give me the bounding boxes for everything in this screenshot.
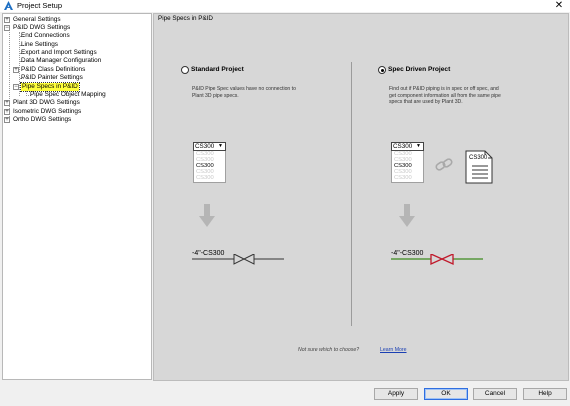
standard-spec-combo[interactable]: CS300 ▼ CS300 CS300 CS300 CS300 CS300	[193, 142, 226, 183]
tree-item-plant-3d-dwg-settings[interactable]: + Plant 3D DWG Settings	[4, 99, 134, 107]
down-arrow-icon	[399, 204, 415, 227]
spec-driven-spec-combo-box[interactable]: CS300 ▼	[391, 142, 424, 151]
project-setup-window: Project Setup ✕ + General Settings − P&I…	[0, 0, 570, 406]
spec-driven-spec-list: CS300 CS300 CS300 CS300 CS300	[391, 151, 424, 183]
apply-button[interactable]: Apply	[374, 388, 418, 400]
expand-icon[interactable]: +	[4, 100, 10, 106]
cancel-button[interactable]: Cancel	[473, 388, 517, 400]
spec-document-label: CS300	[468, 155, 489, 162]
help-button[interactable]: Help	[523, 388, 567, 400]
help-prompt: Not sure which to choose?	[298, 347, 360, 353]
spec-driven-spec-combo[interactable]: CS300 ▼ CS300 CS300 CS300 CS300 CS300	[391, 142, 424, 183]
standard-project-description: P&ID Pipe Spec values have no connection…	[192, 86, 296, 99]
expand-icon[interactable]: +	[4, 109, 10, 115]
settings-tree: + General Settings − P&ID DWG Settings E…	[2, 13, 152, 380]
close-button[interactable]: ✕	[550, 0, 568, 12]
spec-driven-project-description: Find out if P&ID piping is in spec or of…	[389, 86, 501, 106]
window-title: Project Setup	[17, 1, 63, 10]
standard-spec-combo-box[interactable]: CS300 ▼	[193, 142, 226, 151]
tree-item-pipe-spec-object-mapping[interactable]: Pipe Spec Object Mapping	[30, 91, 140, 99]
link-icon	[435, 158, 453, 171]
spec-driven-project-radio[interactable]	[378, 66, 386, 74]
collapse-icon[interactable]: −	[4, 25, 10, 31]
tree-item-pid-painter-settings[interactable]: P&ID Painter Settings	[21, 74, 131, 82]
standard-spec-combo-value: CS300	[195, 143, 215, 150]
tree-item-pipe-specs-in-pid[interactable]: − Pipe Specs in P&ID	[13, 82, 133, 92]
standard-pipe-valve-graphic	[192, 254, 284, 265]
standard-project-label[interactable]: Standard Project	[191, 66, 244, 74]
ok-button[interactable]: OK	[424, 388, 468, 400]
spec-driven-pipe-valve-graphic	[391, 254, 483, 266]
expand-icon[interactable]: +	[4, 17, 10, 23]
standard-project-radio[interactable]	[181, 66, 189, 74]
tree-item-data-manager-configuration[interactable]: Data Manager Configuration	[21, 57, 146, 65]
learn-more-link[interactable]: Learn More	[380, 347, 407, 353]
tree-item-end-connections[interactable]: End Connections	[21, 32, 131, 40]
expand-icon[interactable]: +	[4, 117, 10, 123]
dropdown-arrow-icon[interactable]: ▼	[416, 143, 421, 150]
collapse-icon[interactable]: −	[13, 84, 19, 90]
panel-title: Pipe Specs in P&ID	[158, 15, 213, 22]
list-item[interactable]: CS300	[392, 175, 423, 181]
options-divider	[351, 62, 352, 326]
expand-icon[interactable]: +	[13, 67, 19, 73]
dropdown-arrow-icon[interactable]: ▼	[218, 143, 223, 150]
tree-item-pid-dwg-settings[interactable]: − P&ID DWG Settings	[4, 24, 134, 32]
pipe-specs-panel: Pipe Specs in P&ID Standard Project P&ID…	[153, 13, 569, 381]
list-item[interactable]: CS300	[194, 175, 225, 181]
autocad-app-icon	[4, 1, 13, 10]
tree-item-isometric-dwg-settings[interactable]: + Isometric DWG Settings	[4, 108, 134, 116]
tree-item-general-settings[interactable]: + General Settings	[4, 16, 134, 24]
standard-spec-list: CS300 CS300 CS300 CS300 CS300	[193, 151, 226, 183]
spec-driven-spec-combo-value: CS300	[393, 143, 413, 150]
spec-driven-project-label[interactable]: Spec Driven Project	[388, 66, 450, 74]
down-arrow-icon	[199, 204, 215, 227]
tree-item-pid-class-definitions[interactable]: + P&ID Class Definitions	[13, 66, 138, 74]
title-bar: Project Setup ✕	[0, 0, 570, 12]
tree-item-ortho-dwg-settings[interactable]: + Ortho DWG Settings	[4, 116, 134, 124]
tree-item-export-import-settings[interactable]: Export and Import Settings	[21, 49, 141, 57]
tree-item-line-settings[interactable]: Line Settings	[21, 41, 131, 49]
